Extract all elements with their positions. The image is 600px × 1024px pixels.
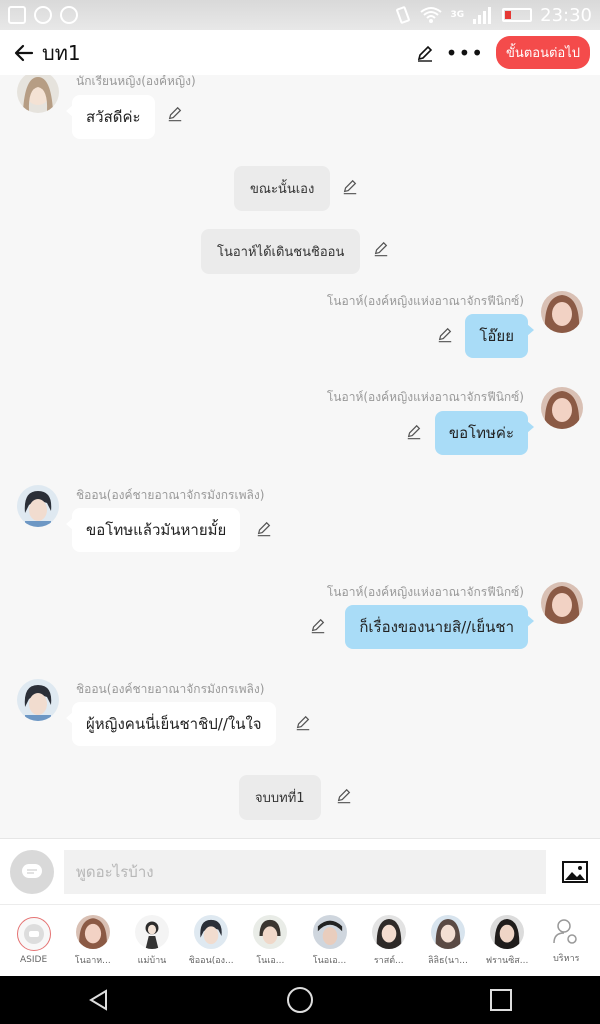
message-text: โนอาห์ได้เดินชนชิออน bbox=[217, 245, 345, 260]
edit-message-icon[interactable] bbox=[295, 715, 311, 731]
edit-message-icon[interactable] bbox=[256, 521, 272, 537]
character-avatar bbox=[253, 914, 288, 949]
character-maid[interactable]: แม่บ้าน bbox=[124, 914, 180, 967]
gallery-notification-icon bbox=[8, 6, 26, 24]
message-input[interactable] bbox=[64, 849, 546, 894]
character-avatar bbox=[194, 914, 229, 949]
character-avatar bbox=[430, 914, 465, 949]
header: บท1 ••• ขั้นตอนต่อไป bbox=[0, 30, 600, 75]
message-text: ขอโทษแล้วมันหายมั้ย bbox=[86, 521, 227, 539]
narration-bubble[interactable]: โนอาห์ได้เดินชนชิออน bbox=[201, 229, 361, 274]
message-sender: ชิออน(องค์ชายอาณาจักรมังกรเพลิง) bbox=[76, 682, 265, 696]
character-noe[interactable]: โนเอ... bbox=[242, 914, 298, 967]
edit-message-icon[interactable] bbox=[373, 241, 389, 257]
user-settings-icon bbox=[553, 918, 578, 944]
character-shion[interactable]: ชิออน(อง... bbox=[183, 914, 239, 967]
aside-toggle-button[interactable] bbox=[10, 849, 54, 894]
chat-area[interactable]: นักเรียนหญิง(องค์หญิง) สวัสดีค่ะ ขณะนั้น… bbox=[0, 75, 600, 838]
message-bubble[interactable]: ขอโทษค่ะ bbox=[434, 411, 534, 455]
narration-bubble[interactable]: ขณะนั้นเอง bbox=[234, 166, 331, 211]
nav-recents-icon[interactable] bbox=[489, 988, 513, 1012]
avatar-noah[interactable] bbox=[541, 387, 583, 429]
manage-characters-button[interactable]: บริหาร bbox=[538, 917, 594, 965]
avatar-schoolgirl[interactable] bbox=[17, 75, 59, 113]
character-label: โนอาห... bbox=[74, 955, 111, 966]
message-text: โอ๊ยย bbox=[479, 327, 514, 345]
battery-icon bbox=[502, 8, 533, 22]
message-text: ขณะนั้นเอง bbox=[250, 182, 315, 197]
message-sender: โนอาห์(องค์หญิงแห่งอาณาจักรฟีนิกซ์) bbox=[326, 294, 524, 308]
edit-message-icon[interactable] bbox=[342, 179, 358, 195]
character-noe2[interactable]: โนอเอ... bbox=[302, 914, 358, 967]
chat-bubble-icon bbox=[22, 863, 42, 878]
character-avatar bbox=[75, 914, 110, 949]
back-arrow-icon[interactable] bbox=[10, 41, 38, 65]
edit-message-icon[interactable] bbox=[310, 618, 326, 634]
edit-message-icon[interactable] bbox=[437, 327, 453, 343]
vibrate-icon bbox=[396, 6, 411, 24]
message-bubble[interactable]: ขอโทษแล้วมันหายมั้ย bbox=[66, 508, 241, 552]
character-selector: ASIDE โนอาห... แม่บ้าน ชิออน(อง... โนเอ.… bbox=[0, 904, 600, 976]
character-francis[interactable]: ฟรานซิส... bbox=[479, 914, 535, 967]
status-bar: 3G 23:30 bbox=[0, 0, 600, 30]
character-avatar bbox=[134, 914, 169, 949]
character-label: โนเอ... bbox=[256, 955, 285, 966]
character-label: แม่บ้าน bbox=[137, 955, 167, 966]
character-label: ราสต์... bbox=[373, 955, 404, 966]
edit-message-icon[interactable] bbox=[336, 788, 352, 804]
character-label: ASIDE bbox=[20, 954, 48, 965]
character-noah[interactable]: โนอาห... bbox=[65, 914, 121, 967]
narration-bubble[interactable]: จบบทที่1 bbox=[239, 775, 321, 820]
aperture-notification-icon bbox=[34, 6, 52, 24]
character-avatar bbox=[490, 914, 525, 949]
next-step-button[interactable]: ขั้นตอนต่อไป bbox=[496, 36, 590, 69]
nav-home-icon[interactable] bbox=[286, 986, 314, 1014]
message-sender: ชิออน(องค์ชายอาณาจักรมังกรเพลิง) bbox=[76, 488, 265, 502]
character-avatar bbox=[371, 914, 406, 949]
circle-notification-icon bbox=[60, 6, 78, 24]
message-bubble[interactable]: ผู้หญิงคนนี่เย็นชาชิป//ในใจ bbox=[66, 702, 276, 746]
character-label: ชิออน(อง... bbox=[188, 955, 234, 966]
aside-icon bbox=[16, 916, 51, 951]
character-label: ฟรานซิส... bbox=[485, 955, 529, 966]
message-bubble[interactable]: โอ๊ยย bbox=[465, 314, 534, 358]
signal-icon bbox=[473, 7, 492, 24]
character-label: บริหาร bbox=[553, 953, 580, 964]
edit-title-icon[interactable] bbox=[416, 44, 434, 62]
character-lilith[interactable]: ลิลิธ(นา... bbox=[420, 914, 476, 967]
character-label: โนอเอ... bbox=[312, 955, 347, 966]
message-text: ขอโทษค่ะ bbox=[448, 424, 514, 442]
page-title: บท1 bbox=[42, 40, 81, 65]
message-sender: นักเรียนหญิง(องค์หญิง) bbox=[76, 75, 196, 88]
character-label: ลิลิธ(นา... bbox=[427, 955, 468, 966]
system-navigation-bar bbox=[0, 976, 600, 1024]
message-input-bar bbox=[0, 838, 600, 904]
network-type: 3G bbox=[450, 10, 465, 20]
message-sender: โนอาห์(องค์หญิงแห่งอาณาจักรฟีนิกซ์) bbox=[326, 390, 524, 404]
avatar-shion[interactable] bbox=[17, 485, 59, 527]
more-options-icon[interactable]: ••• bbox=[446, 41, 484, 65]
avatar-noah[interactable] bbox=[541, 582, 583, 624]
avatar-noah[interactable] bbox=[541, 291, 583, 333]
message-bubble[interactable]: สวัสดีค่ะ bbox=[66, 95, 155, 139]
image-upload-icon[interactable] bbox=[562, 860, 588, 883]
message-bubble[interactable]: ก็เรื่องของนายสิ//เย็นชา bbox=[345, 605, 534, 649]
message-text: ผู้หญิงคนนี่เย็นชาชิป//ในใจ bbox=[86, 715, 262, 733]
message-text: จบบทที่1 bbox=[255, 791, 305, 806]
edit-message-icon[interactable] bbox=[167, 106, 183, 122]
clock: 23:30 bbox=[540, 4, 592, 26]
character-avatar bbox=[312, 914, 347, 949]
message-sender: โนอาห์(องค์หญิงแห่งอาณาจักรฟีนิกซ์) bbox=[326, 585, 524, 599]
avatar-shion[interactable] bbox=[17, 679, 59, 721]
message-text: สวัสดีค่ะ bbox=[86, 108, 141, 126]
wifi-icon bbox=[420, 7, 443, 23]
message-text: ก็เรื่องของนายสิ//เย็นชา bbox=[359, 618, 514, 636]
character-aside[interactable]: ASIDE bbox=[6, 916, 62, 965]
edit-message-icon[interactable] bbox=[406, 424, 422, 440]
character-rast[interactable]: ราสต์... bbox=[361, 914, 417, 967]
nav-back-icon[interactable] bbox=[87, 988, 111, 1012]
